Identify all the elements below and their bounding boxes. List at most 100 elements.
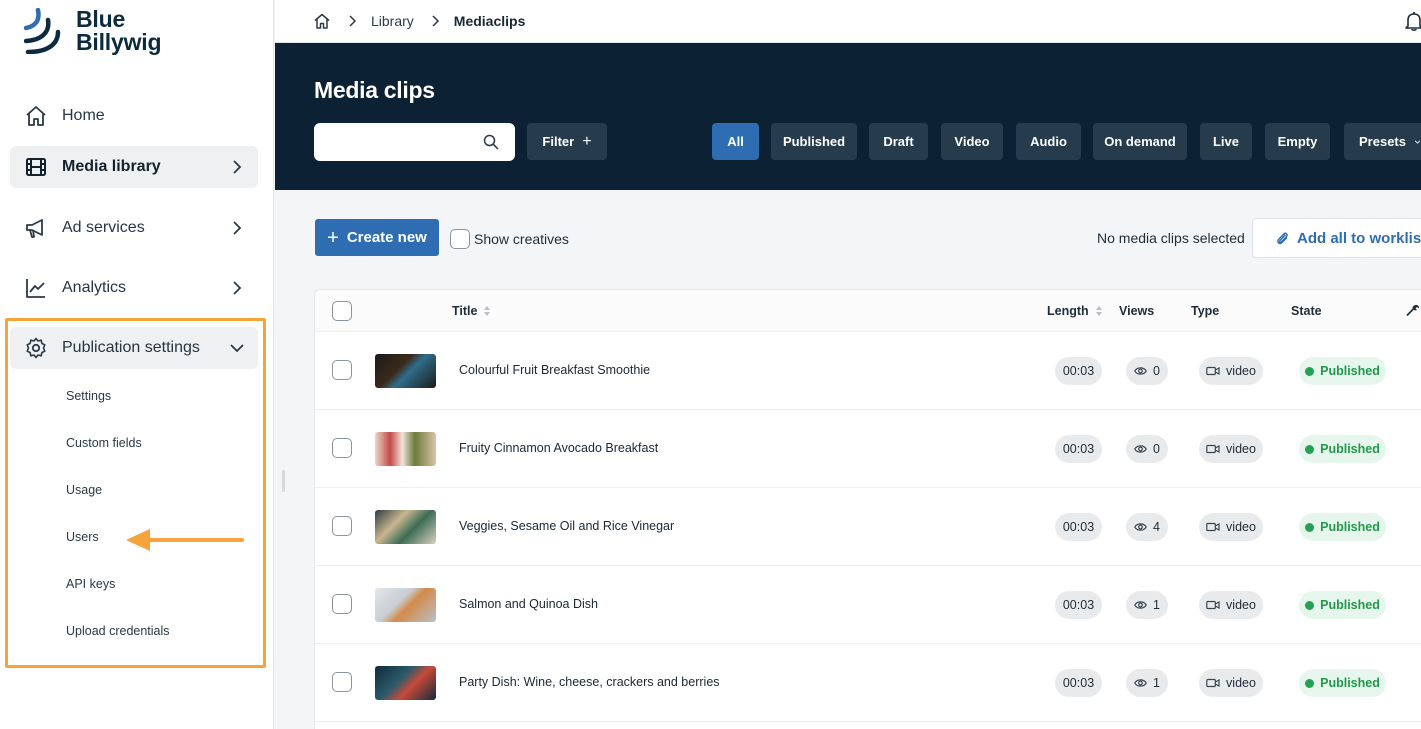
search-input[interactable] [324, 123, 484, 159]
table-row[interactable]: Veggies, Sesame Oil and Rice Vinegar 00:0… [315, 488, 1421, 566]
status-label: Published [1320, 442, 1380, 456]
home-icon[interactable] [313, 12, 331, 30]
row-checkbox[interactable] [332, 594, 352, 614]
show-creatives-checkbox[interactable] [450, 229, 470, 249]
subnav-users[interactable]: Users [66, 530, 99, 544]
sidebar-item-label: Publication settings [62, 339, 200, 356]
type-badge: video [1199, 357, 1263, 385]
home-icon [23, 103, 49, 129]
sidebar-item-home[interactable]: Home [10, 95, 258, 137]
logo[interactable]: Blue Billywig [24, 8, 162, 55]
arrow-left-annotation-icon [126, 529, 244, 551]
bell-icon[interactable] [1403, 10, 1421, 32]
subnav-settings[interactable]: Settings [66, 389, 111, 403]
video-camera-icon [1206, 678, 1220, 688]
subnav-api-keys[interactable]: API keys [66, 577, 115, 591]
chip-empty[interactable]: Empty [1265, 123, 1330, 160]
type-badge: video [1199, 669, 1263, 697]
views-count: 0 [1153, 364, 1160, 378]
show-creatives-toggle[interactable]: Show creatives [450, 229, 569, 249]
page-title: Media clips [314, 77, 435, 103]
subnav-usage[interactable]: Usage [66, 483, 102, 497]
create-new-button[interactable]: + Create new [315, 219, 439, 256]
chip-audio[interactable]: Audio [1016, 123, 1081, 160]
chip-video[interactable]: Video [941, 123, 1003, 160]
selection-status: No media clips selected [1097, 230, 1245, 246]
table-row[interactable]: Party Dish: Wine, cheese, crackers and b… [315, 644, 1421, 722]
search-box[interactable] [314, 123, 515, 161]
status-badge: Published [1299, 357, 1386, 385]
clip-title[interactable]: Fruity Cinnamon Avocado Breakfast [459, 441, 658, 455]
video-camera-icon [1206, 600, 1220, 610]
megaphone-icon [23, 215, 49, 241]
add-all-to-worklist-button[interactable]: Add all to worklist [1252, 218, 1421, 258]
subnav-custom-fields[interactable]: Custom fields [66, 436, 142, 450]
table-row[interactable]: Colourful Fruit Breakfast Smoothie 00:03 0… [315, 332, 1421, 410]
eye-icon [1134, 367, 1147, 375]
status-badge: Published [1299, 591, 1386, 619]
breadcrumb-library[interactable]: Library [371, 13, 414, 29]
chip-presets[interactable]: Presets [1344, 123, 1421, 160]
clip-title[interactable]: Salmon and Quinoa Dish [459, 597, 598, 611]
status-badge: Published [1299, 669, 1386, 697]
blue-billywig-logo-icon [24, 8, 61, 54]
eye-icon [1134, 445, 1147, 453]
table-header: Title Length Views Type State [315, 290, 1421, 332]
row-checkbox[interactable] [332, 672, 352, 692]
views-badge: 4 [1126, 513, 1168, 541]
clip-thumbnail[interactable] [375, 666, 436, 700]
sidebar-item-analytics[interactable]: Analytics [10, 267, 258, 309]
wrench-icon[interactable] [1406, 304, 1420, 318]
table-row[interactable]: Fruity Cinnamon Avocado Breakfast 00:03 0 v… [315, 410, 1421, 488]
video-camera-icon [1206, 366, 1220, 376]
chip-draft[interactable]: Draft [869, 123, 928, 160]
chip-presets-label: Presets [1359, 134, 1406, 149]
search-icon[interactable] [483, 134, 499, 150]
subnav-upload-credentials[interactable]: Upload credentials [66, 624, 170, 638]
clip-thumbnail[interactable] [375, 432, 436, 466]
chevron-right-icon [432, 15, 439, 27]
chip-published[interactable]: Published [771, 123, 857, 160]
brand-line-2: Billywig [76, 29, 162, 55]
status-dot [1305, 678, 1315, 688]
row-checkbox[interactable] [332, 360, 352, 380]
plus-icon: + [582, 132, 592, 150]
row-checkbox[interactable] [332, 438, 352, 458]
column-views: Views [1119, 304, 1155, 318]
select-all-checkbox[interactable] [332, 301, 352, 321]
sidebar-item-publication-settings[interactable]: Publication settings [10, 327, 258, 369]
status-label: Published [1320, 364, 1380, 378]
sidebar: Blue Billywig Home Media library Ad serv… [0, 0, 274, 729]
chip-all[interactable]: All [712, 123, 759, 160]
status-badge: Published [1299, 513, 1386, 541]
chip-on-demand[interactable]: On demand [1093, 123, 1187, 160]
clip-title[interactable]: Veggies, Sesame Oil and Rice Vinegar [459, 519, 674, 533]
chip-live[interactable]: Live [1200, 123, 1252, 160]
page-header: Media clips Filter + All Published Draft… [275, 43, 1421, 190]
clip-thumbnail[interactable] [375, 588, 436, 622]
sidebar-item-label: Ad services [62, 219, 145, 236]
length-badge: 00:03 [1055, 669, 1102, 697]
column-state: State [1291, 304, 1322, 318]
status-label: Published [1320, 598, 1380, 612]
sidebar-item-ad-services[interactable]: Ad services [10, 207, 258, 249]
filter-button[interactable]: Filter + [527, 123, 607, 160]
worklist-label: Add all to worklist [1297, 229, 1421, 247]
table-row[interactable]: Salmon and Quinoa Dish 00:03 1 video Publish… [315, 566, 1421, 644]
eye-icon [1134, 679, 1147, 687]
clip-title[interactable]: Party Dish: Wine, cheese, crackers and b… [459, 675, 720, 689]
column-title[interactable]: Title [452, 304, 491, 318]
clip-title[interactable]: Colourful Fruit Breakfast Smoothie [459, 363, 650, 377]
column-length[interactable]: Length [1047, 304, 1103, 318]
status-label: Published [1320, 676, 1380, 690]
sidebar-item-media-library[interactable]: Media library [10, 146, 258, 188]
status-label: Published [1320, 520, 1380, 534]
clip-thumbnail[interactable] [375, 510, 436, 544]
clip-thumbnail[interactable] [375, 354, 436, 388]
row-checkbox[interactable] [332, 516, 352, 536]
filter-label: Filter [542, 134, 575, 149]
views-badge: 1 [1126, 669, 1168, 697]
sidebar-resize-handle[interactable] [282, 470, 285, 492]
length-badge: 00:03 [1055, 357, 1102, 385]
type-label: video [1226, 364, 1256, 378]
